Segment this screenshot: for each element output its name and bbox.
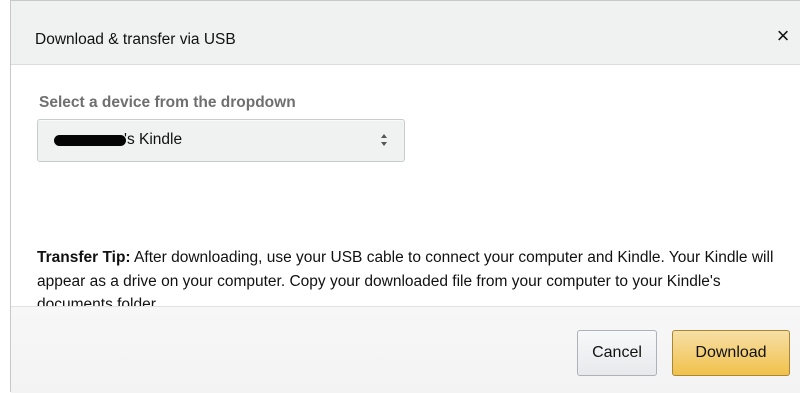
download-transfer-dialog: Download & transfer via USB × Select a d… xyxy=(10,0,800,393)
dialog-header: Download & transfer via USB × xyxy=(11,1,800,65)
cancel-button[interactable]: Cancel xyxy=(577,330,657,376)
redacted-device-owner xyxy=(54,135,126,146)
close-icon[interactable]: × xyxy=(772,25,794,47)
device-dropdown-value: 's Kindle xyxy=(124,131,183,148)
transfer-tip-label: Transfer Tip: xyxy=(37,249,131,266)
device-select-label: Select a device from the dropdown xyxy=(39,94,296,111)
updown-chevron-icon xyxy=(379,130,389,156)
device-dropdown[interactable]: 's Kindle xyxy=(37,119,405,162)
dialog-footer: Cancel Download xyxy=(11,306,800,393)
dialog-title: Download & transfer via USB xyxy=(35,31,236,48)
download-button[interactable]: Download xyxy=(672,330,790,376)
dialog-body: Select a device from the dropdown 's Kin… xyxy=(11,65,800,313)
transfer-tip-text: After downloading, use your USB cable to… xyxy=(37,249,774,313)
